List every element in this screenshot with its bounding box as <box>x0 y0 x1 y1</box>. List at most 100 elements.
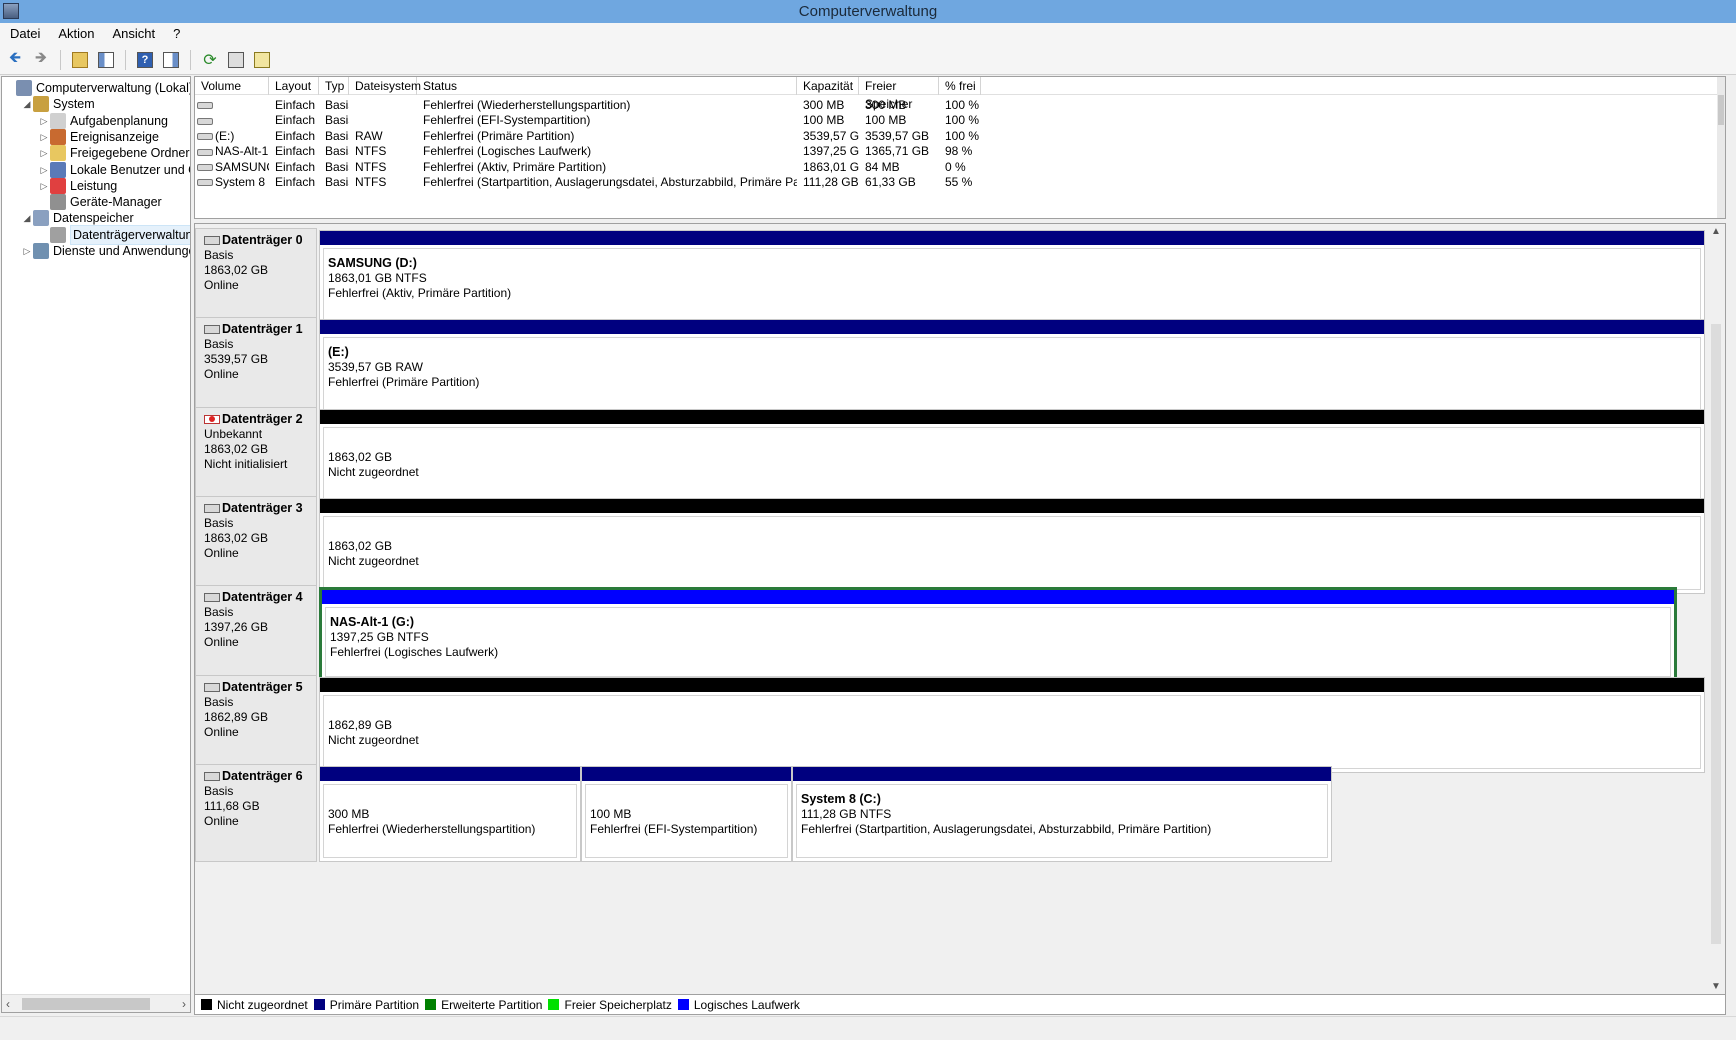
disk-info[interactable]: Datenträger 5 Basis 1862,89 GB Online <box>195 674 317 773</box>
help-icon[interactable]: ? <box>134 49 156 71</box>
disk-row: Datenträger 5 Basis 1862,89 GB Online 1862,8… <box>195 674 1705 774</box>
partition-block[interactable]: 100 MB Fehlerfrei (EFI-Systempartition) <box>581 765 792 862</box>
legend-label: Nicht zugeordnet <box>217 997 308 1012</box>
partition-block[interactable]: (E:) 3539,57 GB RAW Fehlerfrei (Primäre Pa… <box>319 319 1705 416</box>
cell-kap: 111,28 GB <box>803 175 859 189</box>
partition-block[interactable]: 300 MB Fehlerfrei (Wiederherstellungspart… <box>319 765 581 862</box>
legend-item: Primäre Partition <box>313 998 419 1012</box>
tree-item[interactable]: ▷ Aufgabenplanung <box>38 112 168 130</box>
volume-name: (E:) <box>215 128 235 143</box>
disk-info[interactable]: Datenträger 6 Basis 111,68 GB Online <box>195 763 317 862</box>
disk-name: Datenträger 4 <box>222 590 303 605</box>
partition-block[interactable]: System 8 (C:) 111,28 GB NTFS Fehlerfrei (S… <box>792 765 1332 862</box>
volume-icon <box>197 163 213 171</box>
tree-item[interactable]: ▷ Leistung <box>38 177 117 195</box>
disk-info[interactable]: Datenträger 4 Basis 1397,26 GB Online <box>195 585 317 684</box>
disk-info[interactable]: Datenträger 0 Basis 1863,02 GB Online <box>195 228 317 326</box>
tree-item[interactable]: ▷ Freigegebene Ordner <box>38 144 190 162</box>
expand-toggle-icon[interactable]: ▷ <box>38 112 50 130</box>
disk-info[interactable]: Datenträger 3 Basis 1863,02 GB Online <box>195 495 317 594</box>
tools-icon <box>33 96 49 113</box>
tree-horizontal-scrollbar[interactable]: ‹ › <box>2 994 190 1012</box>
table-row[interactable]: System 8 (C:) Einfach Basis NTFS Fehlerfrei … <box>195 174 1295 191</box>
tree-item[interactable]: Geräte-Manager <box>38 193 162 211</box>
menu-ansicht[interactable]: Ansicht <box>107 23 168 45</box>
tree-item[interactable]: Datenträgerverwaltung <box>38 224 190 245</box>
tree-item-label: Aufgabenplanung <box>70 113 169 128</box>
partition-block[interactable]: 1862,89 GB Nicht zugeordnet <box>319 676 1705 773</box>
expand-toggle-icon[interactable]: ◢ <box>21 95 33 113</box>
disk-icon <box>204 503 220 513</box>
disk-info[interactable]: Datenträger 1 Basis 3539,57 GB Online <box>195 317 317 416</box>
column-header[interactable]: Layout <box>269 77 319 95</box>
show-hide-action-pane-icon[interactable] <box>160 49 182 71</box>
partition-block[interactable]: NAS-Alt-1 (G:) 1397,25 GB NTFS Fehlerfrei … <box>319 587 1677 684</box>
column-header[interactable]: Dateisystem <box>349 77 421 95</box>
disk-row: Datenträger 1 Basis 3539,57 GB Online (E:) 35… <box>195 317 1705 416</box>
forward-arrow-icon[interactable]: 🡺 <box>30 49 52 71</box>
show-hide-tree-icon[interactable] <box>95 49 117 71</box>
volume-icon <box>197 117 213 125</box>
menu-help[interactable]: ? <box>167 23 192 45</box>
partition-type-bar <box>320 409 1704 424</box>
expand-toggle-icon[interactable]: ▷ <box>21 242 33 260</box>
legend-swatch <box>313 999 325 1010</box>
expand-toggle-icon[interactable]: ▷ <box>38 161 50 179</box>
tree-item[interactable]: ◢ System <box>21 95 95 113</box>
partition-block[interactable]: 1863,02 GB Nicht zugeordnet <box>319 408 1705 505</box>
partition-status: Fehlerfrei (Primäre Partition) <box>328 375 480 390</box>
volume-list: Volume Layout Typ Dateisystem Status Kapazitä… <box>194 76 1726 219</box>
scroll-down-icon[interactable]: ▼ <box>1711 981 1721 992</box>
disk-info[interactable]: Datenträger 2 Unbekannt 1863,02 GB Nicht in… <box>195 406 317 505</box>
tree-item[interactable]: ▷ Ereignisanzeige <box>38 128 159 146</box>
partition-status: Fehlerfrei (Wiederherstellungspartition) <box>328 821 536 836</box>
window-title: Computerverwaltung <box>798 3 938 20</box>
disk-type: Basis <box>204 783 234 798</box>
partition-details: 1863,02 GB Nicht zugeordnet <box>323 515 1701 590</box>
partition-details: System 8 (C:) 111,28 GB NTFS Fehlerfrei (S… <box>796 783 1328 858</box>
disk-icon <box>204 771 220 781</box>
tree-item-label: Lokale Benutzer und Gr <box>70 162 191 177</box>
column-header[interactable]: Kapazität <box>797 77 859 95</box>
scroll-up-icon[interactable]: ▲ <box>1711 226 1721 237</box>
tree-item-label: Ereignisanzeige <box>70 129 159 144</box>
column-header[interactable]: Volume <box>195 77 269 95</box>
up-folder-icon[interactable] <box>69 49 91 71</box>
back-arrow-icon[interactable]: 🡸 <box>4 49 26 71</box>
partition-block[interactable]: SAMSUNG (D:) 1863,01 GB NTFS Fehlerfrei (A… <box>319 230 1705 326</box>
scroll-right-icon[interactable]: › <box>182 995 186 1012</box>
scroll-left-icon[interactable]: ‹ <box>6 995 10 1012</box>
disk-name-line: Datenträger 3 <box>204 501 316 516</box>
partition-size: 1863,01 GB NTFS <box>328 271 427 285</box>
scrollbar-thumb[interactable] <box>22 998 150 1010</box>
tree-item[interactable]: ▷ Dienste und Anwendungen <box>21 242 190 260</box>
expand-toggle-icon[interactable]: ◢ <box>21 209 33 227</box>
disk-graphical-view: Datenträger 0 Basis 1863,02 GB Online SAMSUN… <box>194 223 1726 995</box>
refresh-icon[interactable]: ⟳ <box>199 49 221 71</box>
disk-view-scrollbar[interactable]: ▲ ▼ <box>1707 224 1725 994</box>
disk-state: Online <box>204 278 239 292</box>
expand-toggle-icon[interactable]: ▷ <box>38 144 50 162</box>
disk-name: Datenträger 0 <box>222 233 303 247</box>
expand-toggle-icon[interactable]: ▷ <box>38 128 50 146</box>
disk-size: 1862,89 GB <box>204 709 269 724</box>
export-list-icon[interactable] <box>251 49 273 71</box>
menu-aktion[interactable]: Aktion <box>52 23 106 45</box>
disk-icon <box>204 325 220 335</box>
legend: Nicht zugeordnet Primäre Partition Erweite… <box>194 995 1726 1015</box>
partition-details: 300 MB Fehlerfrei (Wiederherstellungspart… <box>323 783 577 858</box>
disk-name: Datenträger 6 <box>222 768 303 783</box>
column-header[interactable]: Typ <box>319 77 349 95</box>
tree-item[interactable]: ▷ Lokale Benutzer und Gr <box>38 161 191 179</box>
partition-block[interactable]: 1863,02 GB Nicht zugeordnet <box>319 497 1705 594</box>
volume-list-scrollbar[interactable] <box>1717 77 1725 218</box>
column-header[interactable]: Status <box>417 77 797 95</box>
column-header[interactable]: % frei <box>939 77 981 95</box>
menu-datei[interactable]: Datei <box>4 23 52 45</box>
expand-toggle-icon[interactable]: ▷ <box>38 177 50 195</box>
tree-item[interactable]: Computerverwaltung (Lokal) <box>4 79 190 97</box>
column-header[interactable]: Freier Speicher <box>859 77 939 111</box>
disk-warning-icon <box>204 414 220 424</box>
cell-layout: Einfach <box>275 175 316 189</box>
properties-icon[interactable] <box>225 49 247 71</box>
